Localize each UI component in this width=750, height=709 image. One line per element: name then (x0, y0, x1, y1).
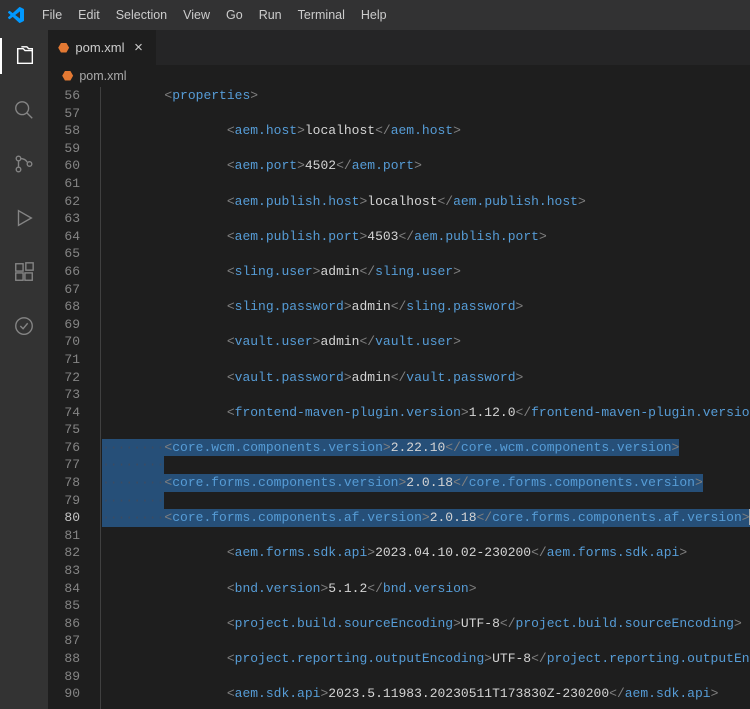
code-line[interactable]: <properties> (100, 87, 750, 105)
code-line[interactable]: <sling.password>admin</sling.password> (100, 298, 750, 316)
xml-file-icon: ⬣ (58, 40, 69, 56)
code-line[interactable]: <sling.user>admin</sling.user> (100, 263, 750, 281)
vscode-logo-icon (8, 7, 24, 23)
line-number: 82 (48, 544, 80, 562)
code-line[interactable]: ········ (100, 492, 750, 510)
line-number: 83 (48, 562, 80, 580)
line-number: 81 (48, 527, 80, 545)
menu-edit[interactable]: Edit (70, 4, 108, 26)
code-line[interactable] (100, 105, 750, 123)
line-number: 60 (48, 157, 80, 175)
line-number: 66 (48, 263, 80, 281)
tab-pom-xml[interactable]: ⬣ pom.xml × (48, 30, 157, 65)
line-number: 67 (48, 281, 80, 299)
line-number: 74 (48, 404, 80, 422)
code-line[interactable]: <aem.forms.sdk.api>2023.04.10.02-230200<… (100, 544, 750, 562)
menu-terminal[interactable]: Terminal (290, 4, 353, 26)
xml-file-icon: ⬣ (62, 68, 73, 84)
breadcrumb[interactable]: ⬣ pom.xml (48, 65, 750, 87)
code-area[interactable]: <properties> <aem.host>localhost</aem.ho… (100, 87, 750, 709)
menu-help[interactable]: Help (353, 4, 395, 26)
code-line[interactable]: <project.reporting.outputEncoding>UTF-8<… (100, 650, 750, 668)
line-number: 65 (48, 245, 80, 263)
line-number: 69 (48, 316, 80, 334)
line-number-gutter: 5657585960616263646566676869707172737475… (48, 87, 100, 709)
code-line[interactable] (100, 245, 750, 263)
menu-go[interactable]: Go (218, 4, 251, 26)
search-icon[interactable] (0, 92, 48, 128)
line-number: 57 (48, 105, 80, 123)
code-line[interactable]: ········<core.forms.components.version>2… (100, 474, 750, 492)
code-line[interactable] (100, 175, 750, 193)
tab-label: pom.xml (75, 40, 124, 55)
line-number: 90 (48, 685, 80, 703)
line-number: 73 (48, 386, 80, 404)
code-line[interactable] (100, 562, 750, 580)
line-number: 56 (48, 87, 80, 105)
code-line[interactable] (100, 351, 750, 369)
code-line[interactable]: <aem.host>localhost</aem.host> (100, 122, 750, 140)
menu-selection[interactable]: Selection (108, 4, 175, 26)
code-line[interactable] (100, 632, 750, 650)
line-number: 72 (48, 369, 80, 387)
code-line[interactable] (100, 668, 750, 686)
activity-bar (0, 30, 48, 709)
line-number: 78 (48, 474, 80, 492)
line-number: 68 (48, 298, 80, 316)
line-number: 71 (48, 351, 80, 369)
extensions-icon[interactable] (0, 254, 48, 290)
line-number: 84 (48, 580, 80, 598)
close-icon[interactable]: × (130, 40, 146, 56)
code-line[interactable]: <vault.password>admin</vault.password> (100, 369, 750, 387)
menu-file[interactable]: File (34, 4, 70, 26)
line-number: 79 (48, 492, 80, 510)
line-number: 80 (48, 509, 80, 527)
code-line[interactable]: ········<core.wcm.components.version>2.2… (100, 439, 750, 457)
line-number: 89 (48, 668, 80, 686)
breadcrumb-file: pom.xml (79, 69, 126, 83)
menu-view[interactable]: View (175, 4, 218, 26)
code-line[interactable]: <aem.port>4502</aem.port> (100, 157, 750, 175)
line-number: 61 (48, 175, 80, 193)
line-number: 86 (48, 615, 80, 633)
code-line[interactable] (100, 316, 750, 334)
menu-run[interactable]: Run (251, 4, 290, 26)
line-number: 59 (48, 140, 80, 158)
line-number: 58 (48, 122, 80, 140)
code-line[interactable] (100, 140, 750, 158)
test-icon[interactable] (0, 308, 48, 344)
code-line[interactable]: <project.build.sourceEncoding>UTF-8</pro… (100, 615, 750, 633)
code-line[interactable] (100, 281, 750, 299)
code-editor[interactable]: 5657585960616263646566676869707172737475… (48, 87, 750, 709)
tab-bar: ⬣ pom.xml × (48, 30, 750, 65)
code-line[interactable]: ········<core.forms.components.af.versio… (100, 509, 750, 527)
source-control-icon[interactable] (0, 146, 48, 182)
code-line[interactable] (100, 210, 750, 228)
code-line[interactable] (100, 597, 750, 615)
line-number: 70 (48, 333, 80, 351)
line-number: 62 (48, 193, 80, 211)
line-number: 88 (48, 650, 80, 668)
code-line[interactable]: <aem.publish.port>4503</aem.publish.port… (100, 228, 750, 246)
code-line[interactable]: <aem.sdk.api>2023.5.11983.20230511T17383… (100, 685, 750, 703)
line-number: 76 (48, 439, 80, 457)
line-number: 63 (48, 210, 80, 228)
code-line[interactable]: <vault.user>admin</vault.user> (100, 333, 750, 351)
line-number: 75 (48, 421, 80, 439)
code-line[interactable]: <aem.publish.host>localhost</aem.publish… (100, 193, 750, 211)
code-line[interactable]: <frontend-maven-plugin.version>1.12.0</f… (100, 404, 750, 422)
code-line[interactable] (100, 421, 750, 439)
menubar: File Edit Selection View Go Run Terminal… (0, 0, 750, 30)
line-number: 85 (48, 597, 80, 615)
code-line[interactable]: <bnd.version>5.1.2</bnd.version> (100, 580, 750, 598)
run-debug-icon[interactable] (0, 200, 48, 236)
explorer-icon[interactable] (0, 38, 48, 74)
editor-group: ⬣ pom.xml × ⬣ pom.xml 565758596061626364… (48, 30, 750, 709)
code-line[interactable]: ········ (100, 456, 750, 474)
line-number: 77 (48, 456, 80, 474)
code-line[interactable] (100, 527, 750, 545)
code-line[interactable] (100, 386, 750, 404)
line-number: 64 (48, 228, 80, 246)
line-number: 87 (48, 632, 80, 650)
